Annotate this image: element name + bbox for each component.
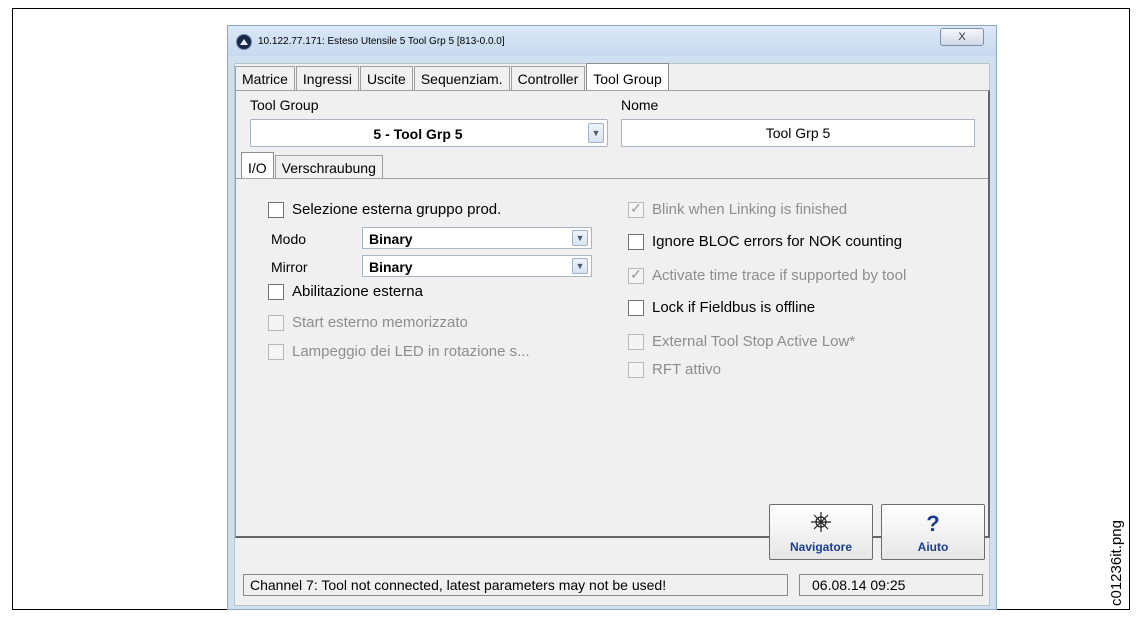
modo-select[interactable]: Binary ▼	[362, 227, 592, 249]
mirror-value: Binary	[369, 259, 413, 275]
ext-tool-stop-checkbox[interactable]	[628, 334, 644, 350]
ext-start-checkbox[interactable]	[268, 315, 284, 331]
checkmark-icon: ✓	[630, 266, 642, 282]
tool-group-selected: 5 - Tool Grp 5	[373, 126, 463, 142]
tab-sequenziam[interactable]: Sequenziam.	[413, 66, 510, 90]
chevron-down-icon[interactable]: ▼	[572, 258, 588, 274]
figure-filename: c01236it.png	[1108, 520, 1125, 606]
tab-matrice[interactable]: Matrice	[235, 66, 295, 90]
client-area: Matrice Ingressi Uscite Sequenziam. Cont…	[234, 63, 990, 606]
lock-fieldbus-label: Lock if Fieldbus is offline	[652, 299, 816, 316]
close-button[interactable]: X	[940, 28, 984, 46]
tab-verschraubung[interactable]: Verschraubung	[274, 155, 383, 179]
rft-checkbox[interactable]	[628, 362, 644, 378]
checkmark-icon: ✓	[630, 200, 642, 216]
tool-group-label: Tool Group	[250, 97, 319, 113]
led-blink-checkbox[interactable]	[268, 344, 284, 360]
sub-tab-strip: I/O Verschraubung	[241, 152, 384, 179]
tool-group-panel: Tool Group 5 - Tool Grp 5 ▼ Nome Tool Gr…	[235, 90, 990, 538]
status-message: Channel 7: Tool not connected, latest pa…	[243, 574, 788, 596]
help-label: Aiuto	[917, 540, 949, 554]
ignore-bloc-label: Ignore BLOC errors for NOK counting	[652, 233, 903, 250]
rft-label: RFT attivo	[652, 361, 721, 378]
mirror-label: Mirror	[271, 259, 308, 275]
ext-group-select-label: Selezione esterna gruppo prod.	[292, 201, 502, 218]
ext-start-label: Start esterno memorizzato	[292, 314, 468, 331]
time-trace-label: Activate time trace if supported by tool	[652, 267, 907, 284]
app-logo-icon	[236, 34, 252, 50]
title-bar[interactable]: 10.122.77.171: Esteso Utensile 5 Tool Gr…	[228, 26, 996, 56]
ext-group-select-checkbox[interactable]	[268, 202, 284, 218]
tab-controller[interactable]: Controller	[510, 66, 586, 90]
help-button[interactable]: ? Aiuto	[881, 504, 985, 560]
app-window: 10.122.77.171: Esteso Utensile 5 Tool Gr…	[227, 25, 997, 610]
status-datetime: 06.08.14 09:25	[799, 574, 983, 596]
tab-io[interactable]: I/O	[241, 152, 274, 179]
navigator-wheel-icon	[770, 511, 872, 539]
navigator-button[interactable]: Navigatore	[769, 504, 873, 560]
mirror-select[interactable]: Binary ▼	[362, 255, 592, 277]
question-mark-icon: ?	[926, 511, 940, 536]
tool-group-select[interactable]: 5 - Tool Grp 5 ▼	[250, 119, 608, 147]
name-field[interactable]: Tool Grp 5	[621, 119, 975, 147]
time-trace-checkbox[interactable]: ✓	[628, 266, 644, 284]
tab-uscite[interactable]: Uscite	[359, 66, 413, 90]
main-tab-strip: Matrice Ingressi Uscite Sequenziam. Cont…	[235, 63, 670, 90]
ext-enable-label: Abilitazione esterna	[292, 283, 423, 300]
blink-linking-checkbox[interactable]: ✓	[628, 200, 644, 218]
ignore-bloc-checkbox[interactable]	[628, 234, 644, 250]
modo-value: Binary	[369, 231, 413, 247]
navigator-label: Navigatore	[789, 540, 853, 554]
chevron-down-icon[interactable]: ▼	[572, 230, 588, 246]
tab-ingressi[interactable]: Ingressi	[295, 66, 359, 90]
window-title: 10.122.77.171: Esteso Utensile 5 Tool Gr…	[258, 36, 505, 47]
chevron-down-icon[interactable]: ▼	[588, 123, 604, 143]
led-blink-label: Lampeggio dei LED in rotazione s...	[292, 343, 530, 360]
blink-linking-label: Blink when Linking is finished	[652, 201, 848, 218]
tab-tool-group[interactable]: Tool Group	[586, 63, 669, 90]
lock-fieldbus-checkbox[interactable]	[628, 300, 644, 316]
io-panel: Selezione esterna gruppo prod. Modo Bina…	[236, 178, 988, 512]
modo-label: Modo	[271, 231, 307, 247]
name-label: Nome	[621, 97, 659, 113]
ext-tool-stop-label: External Tool Stop Active Low*	[652, 333, 856, 350]
ext-enable-checkbox[interactable]	[268, 284, 284, 300]
